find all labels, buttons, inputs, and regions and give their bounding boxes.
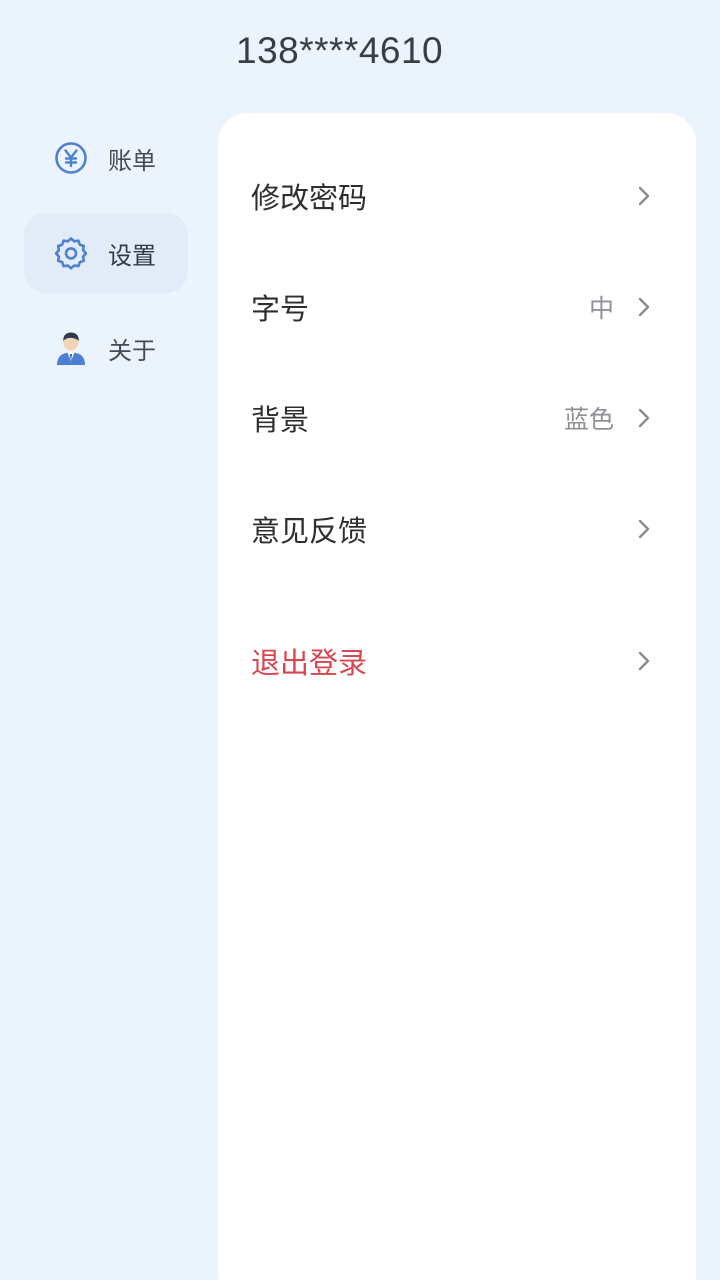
row-label: 修改密码 — [251, 181, 368, 215]
background-value: 蓝色 — [563, 405, 614, 434]
settings-panel: 修改密码 字号 中 背景 蓝色 意见反馈 退出登录 — [218, 113, 696, 1280]
sidebar-item-bill[interactable]: 账单 — [24, 118, 188, 198]
chevron-right-icon — [636, 517, 652, 541]
person-icon — [52, 329, 90, 367]
sidebar-item-settings[interactable]: 设置 — [24, 213, 188, 293]
change-password-row[interactable]: 修改密码 — [218, 156, 696, 236]
row-label: 意见反馈 — [251, 514, 368, 548]
sidebar-item-about[interactable]: 关于 — [24, 308, 188, 388]
sidebar-item-label: 关于 — [108, 336, 156, 365]
chevron-right-icon — [636, 295, 652, 319]
row-label: 字号 — [251, 292, 310, 326]
row-label: 背景 — [251, 403, 310, 437]
font-size-value: 中 — [588, 294, 614, 323]
phone-number: 138****4610 — [236, 30, 444, 71]
background-row[interactable]: 背景 蓝色 — [218, 378, 696, 458]
yuan-circle-icon — [52, 139, 90, 177]
font-size-row[interactable]: 字号 中 — [218, 267, 696, 347]
sidebar: 账单 设置 关于 — [24, 118, 188, 403]
logout-row[interactable]: 退出登录 — [218, 621, 696, 701]
chevron-right-icon — [636, 649, 652, 673]
sidebar-item-label: 设置 — [108, 241, 156, 270]
chevron-right-icon — [636, 184, 652, 208]
chevron-right-icon — [636, 406, 652, 430]
sidebar-item-label: 账单 — [108, 146, 156, 175]
gear-icon — [52, 234, 90, 272]
logout-label: 退出登录 — [251, 646, 368, 680]
feedback-row[interactable]: 意见反馈 — [218, 489, 696, 569]
